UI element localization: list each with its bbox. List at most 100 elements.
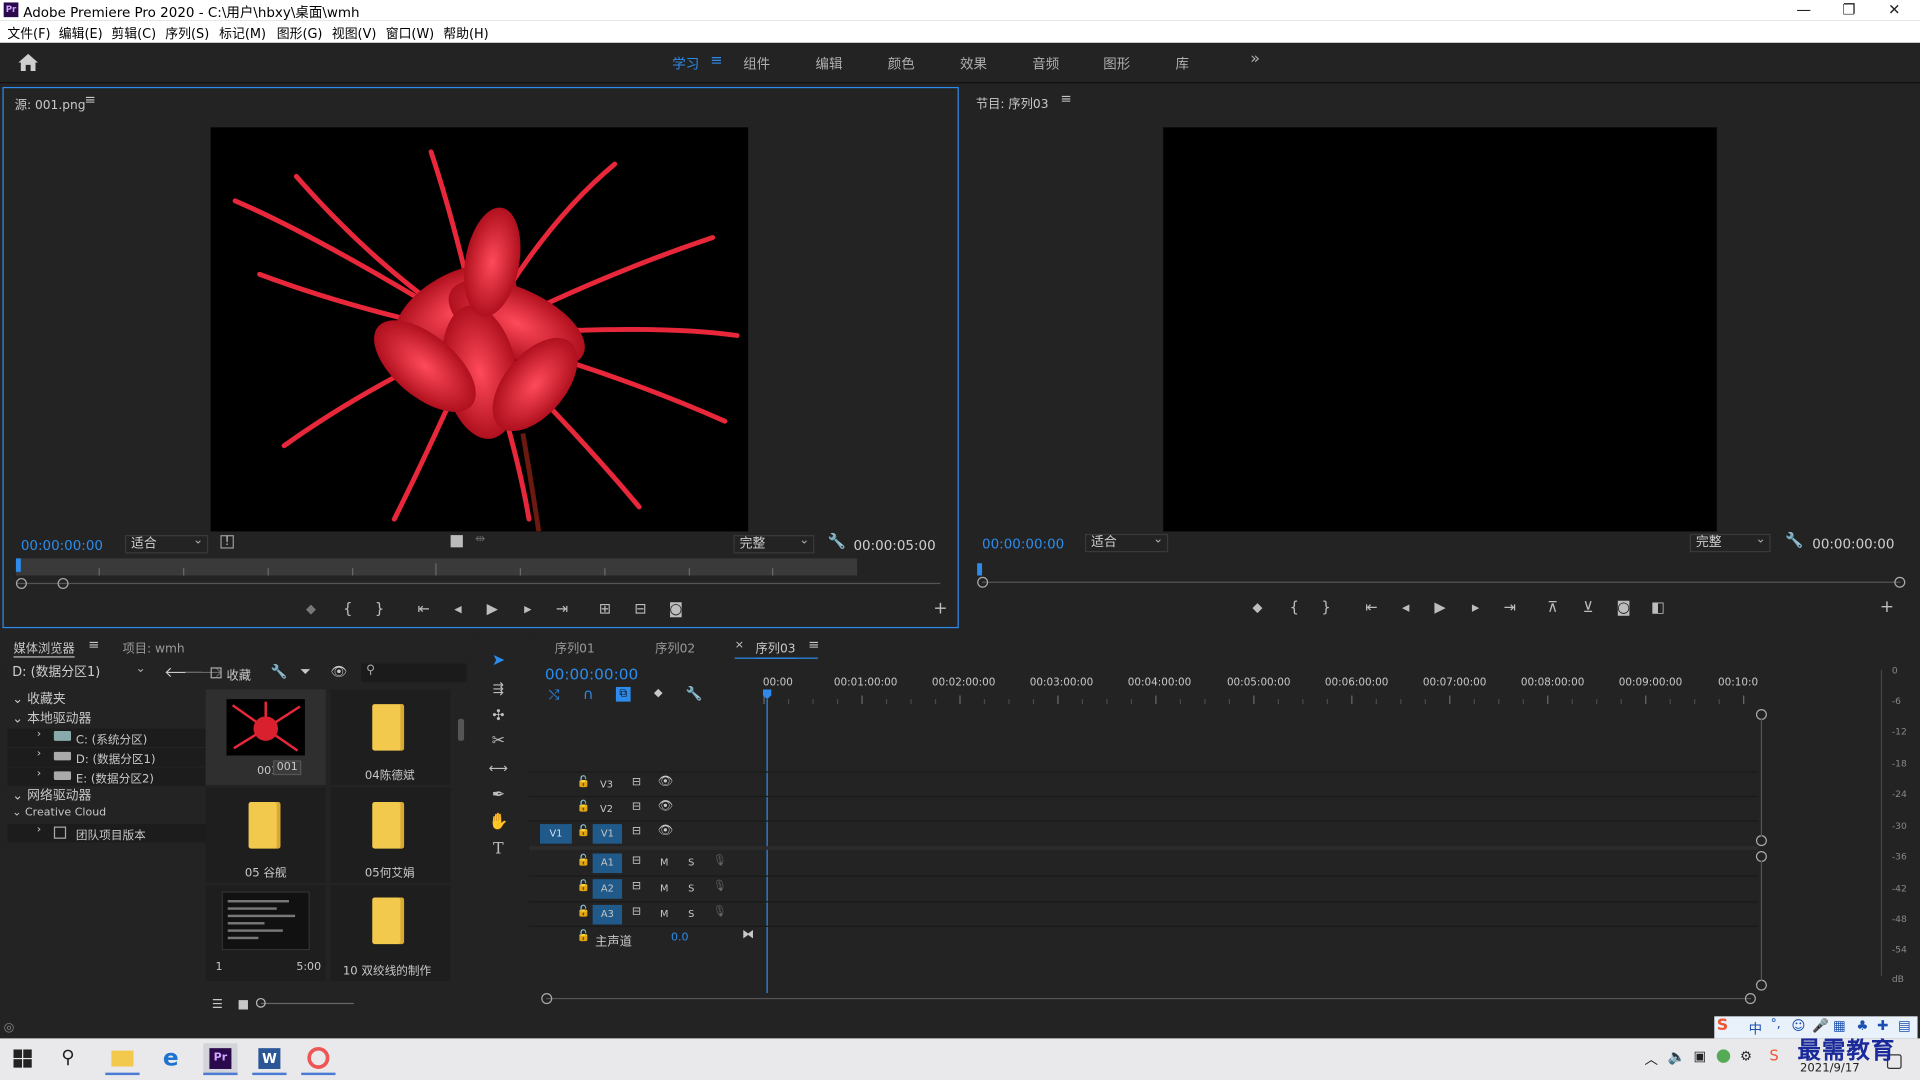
status-icon[interactable]: ◎ bbox=[4, 1021, 15, 1034]
eye-icon[interactable]: 👁 bbox=[658, 800, 674, 813]
tree-item-d[interactable]: › D: (数据分区1) bbox=[7, 748, 206, 767]
program-zoom-handle-left[interactable] bbox=[977, 576, 989, 588]
v-scroll-handle-mid[interactable] bbox=[1755, 835, 1767, 847]
timeline-marker-icon[interactable]: ⬥ bbox=[654, 687, 663, 700]
browser-search-input[interactable]: ⚲ bbox=[361, 663, 467, 683]
track-label[interactable]: V3 bbox=[600, 779, 613, 790]
media-browser-menu-icon[interactable]: ≡ bbox=[88, 637, 99, 653]
workspace-graphics[interactable]: 图形 bbox=[1103, 54, 1130, 74]
source-playhead[interactable] bbox=[15, 558, 21, 572]
solo-button[interactable]: S bbox=[688, 883, 694, 894]
program-add-marker-icon[interactable]: ⬥ bbox=[1248, 599, 1268, 616]
program-playhead[interactable] bbox=[977, 563, 983, 576]
browser-scrollbar[interactable] bbox=[457, 718, 465, 741]
program-export-frame-icon[interactable]: ◙ bbox=[1614, 599, 1634, 616]
linked-selection-icon[interactable]: ⧉ bbox=[615, 686, 631, 702]
timeline-timecode[interactable]: 00:00:00:00 bbox=[545, 665, 638, 683]
hand-tool-icon[interactable]: ✋ bbox=[487, 812, 509, 834]
program-go-to-in-icon[interactable]: ⇤ bbox=[1362, 599, 1382, 616]
eye-icon[interactable]: 👁 bbox=[658, 824, 674, 837]
menu-help[interactable]: 帮助(H) bbox=[443, 24, 488, 42]
menu-file[interactable]: 文件(F) bbox=[7, 24, 50, 42]
snap-icon[interactable]: ∩ bbox=[583, 686, 594, 703]
program-fit-dropdown[interactable]: 适合 bbox=[1084, 531, 1169, 553]
sogou-icon[interactable]: S bbox=[1717, 1016, 1728, 1034]
drive-dropdown[interactable]: D: (数据分区1) bbox=[7, 661, 150, 684]
track-label[interactable]: A1 bbox=[592, 853, 623, 874]
sync-lock-icon[interactable]: ⊟ bbox=[632, 855, 641, 867]
thumb-size-handle[interactable] bbox=[255, 997, 266, 1008]
mic-icon[interactable]: 🎙 bbox=[713, 906, 727, 918]
program-panel-menu-icon[interactable]: ≡ bbox=[1060, 91, 1071, 107]
ime-menu-icon[interactable]: ▤ bbox=[1898, 1018, 1911, 1034]
filter-icon[interactable]: ⏷ bbox=[300, 664, 311, 681]
tree-creative-cloud[interactable]: ⌄ Creative Cloud bbox=[12, 807, 106, 819]
sync-lock-icon[interactable]: ⊟ bbox=[632, 825, 641, 837]
go-to-in-icon[interactable]: ⇤ bbox=[414, 600, 434, 617]
program-step-back-icon[interactable]: ◂ bbox=[1396, 599, 1416, 616]
menu-marker[interactable]: 标记(M) bbox=[219, 24, 266, 42]
tree-item-e[interactable]: › E: (数据分区2) bbox=[7, 767, 206, 787]
word-taskbar-button[interactable]: W bbox=[252, 1043, 287, 1076]
a-scrollbar[interactable] bbox=[1760, 860, 1763, 981]
menu-clip[interactable]: 剪辑(C) bbox=[111, 24, 156, 42]
ime-tools-icon[interactable]: ✚ bbox=[1877, 1018, 1888, 1034]
mark-out-icon[interactable]: } bbox=[370, 600, 390, 617]
step-forward-icon[interactable]: ▸ bbox=[518, 600, 538, 617]
program-timecode[interactable]: 00:00:00:00 bbox=[982, 536, 1064, 552]
view-eye-icon[interactable]: 👁 bbox=[331, 664, 348, 680]
play-icon[interactable]: ▶ bbox=[482, 600, 502, 617]
source-zoom-bar[interactable] bbox=[15, 582, 941, 585]
timeline-settings-icon[interactable]: 🔧 bbox=[686, 686, 703, 702]
mute-button[interactable]: M bbox=[660, 883, 668, 894]
mic-icon[interactable]: 🎙 bbox=[713, 855, 727, 867]
bow-tie-icon[interactable]: ⧓ bbox=[742, 928, 754, 941]
lock-icon[interactable]: 🔓 bbox=[577, 801, 591, 813]
list-view-icon[interactable]: ☰ bbox=[212, 998, 223, 1011]
source-wrench-icon[interactable]: 🔧 bbox=[828, 533, 846, 550]
close-tab-icon[interactable]: × bbox=[735, 639, 744, 651]
tray-app2-icon[interactable]: ⚙ bbox=[1740, 1048, 1752, 1064]
a-scroll-handle-bottom[interactable] bbox=[1755, 979, 1767, 991]
h-scroll-handle-left[interactable] bbox=[541, 993, 553, 1005]
tray-app-icon[interactable] bbox=[1716, 1049, 1731, 1063]
source-zoom-handle-left[interactable] bbox=[15, 577, 27, 589]
overwrite-icon[interactable]: ⊟ bbox=[631, 600, 651, 617]
lock-icon[interactable]: 🔓 bbox=[577, 880, 591, 892]
program-wrench-icon[interactable]: 🔧 bbox=[1785, 531, 1803, 548]
mute-button[interactable]: M bbox=[660, 857, 668, 868]
tree-network-drives[interactable]: ⌄ 网络驱动器 bbox=[12, 786, 91, 804]
track-label[interactable]: V1 bbox=[592, 824, 623, 844]
program-zoom-handle-right[interactable] bbox=[1894, 576, 1906, 588]
track-label[interactable]: V2 bbox=[600, 803, 613, 814]
drag-audio-icon[interactable]: ⇹ bbox=[475, 533, 485, 546]
lock-icon[interactable]: 🔓 bbox=[577, 776, 591, 788]
file-item-folder[interactable]: 04陈德斌 bbox=[330, 689, 451, 785]
sync-lock-icon[interactable]: ⊟ bbox=[632, 801, 641, 813]
tab-project[interactable]: 项目: wmh bbox=[122, 638, 184, 656]
drag-video-icon[interactable] bbox=[450, 535, 463, 548]
menu-graphics[interactable]: 图形(G) bbox=[277, 24, 323, 42]
slip-tool-icon[interactable]: ⟷ bbox=[487, 758, 509, 780]
edge-taskbar-button[interactable]: e bbox=[156, 1043, 190, 1075]
ime-keyboard-icon[interactable]: ▦ bbox=[1833, 1018, 1846, 1034]
h-scroll-handle-right[interactable] bbox=[1744, 993, 1756, 1005]
timeline-menu-icon[interactable]: ≡ bbox=[808, 637, 819, 653]
lift-icon[interactable]: ⊼ bbox=[1543, 599, 1563, 616]
source-fit-dropdown[interactable]: 适合 bbox=[124, 533, 209, 554]
workspace-learn[interactable]: 学习 bbox=[672, 54, 699, 74]
type-tool-icon[interactable]: T bbox=[487, 839, 509, 861]
close-button[interactable]: ✕ bbox=[1872, 0, 1916, 21]
go-to-out-icon[interactable]: ⇥ bbox=[552, 600, 572, 617]
tree-favorites[interactable]: ⌄ 收藏夹 bbox=[12, 689, 65, 707]
tab-sequence-03[interactable]: 序列03 bbox=[755, 638, 796, 659]
workspace-audio[interactable]: 音频 bbox=[1032, 54, 1059, 74]
menu-view[interactable]: 视图(V) bbox=[332, 24, 377, 42]
icon-view-icon[interactable]: ■ bbox=[238, 998, 250, 1011]
selection-tool-icon[interactable]: ➤ bbox=[487, 650, 509, 672]
add-marker-icon[interactable]: ⬥ bbox=[301, 600, 321, 617]
minimize-button[interactable]: — bbox=[1782, 0, 1826, 21]
ime-punct-icon[interactable]: °, bbox=[1771, 1018, 1781, 1031]
menu-window[interactable]: 窗口(W) bbox=[386, 24, 434, 42]
export-frame-icon[interactable]: ◙ bbox=[666, 600, 686, 617]
